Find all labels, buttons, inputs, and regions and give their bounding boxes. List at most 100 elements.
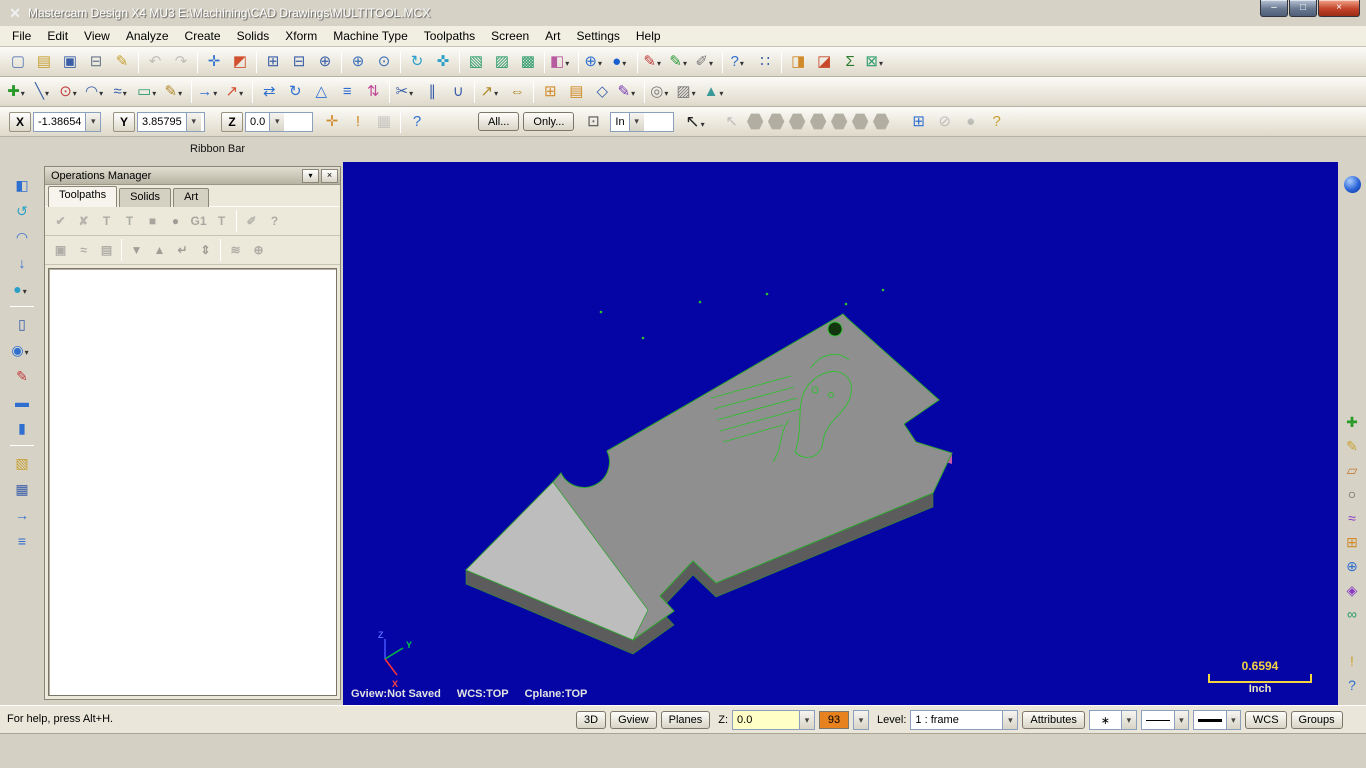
xform-project-icon[interactable]: ⇅	[361, 80, 385, 104]
wcs-sphere-icon-dropdown[interactable]	[622, 54, 630, 69]
minimize-button[interactable]: –	[1260, 0, 1288, 17]
create-point-icon-dropdown[interactable]	[21, 84, 29, 99]
fastpoint-icon[interactable]: ✛	[320, 110, 344, 134]
select-polygon-hex[interactable]	[788, 113, 806, 130]
selection-verify-icon[interactable]: ⊞	[907, 110, 931, 134]
create-rectangle-icon[interactable]: ▭	[136, 80, 161, 104]
circle-select-icon[interactable]: ○	[1341, 483, 1363, 505]
regen-selected-icon[interactable]: T	[119, 211, 140, 232]
tab-art[interactable]: Art	[173, 188, 210, 207]
view-3d-button[interactable]: 3D	[576, 711, 607, 729]
color-attribute-icon[interactable]: ✎	[642, 50, 666, 74]
menu-create[interactable]: Create	[177, 27, 229, 45]
help-icon[interactable]: ?	[727, 50, 751, 74]
line-style-swatch[interactable]	[1142, 719, 1174, 721]
select-arrow-disabled-icon[interactable]: ↖	[720, 110, 744, 134]
multithread-manager-icon[interactable]: ◨	[786, 50, 810, 74]
menu-toolpaths[interactable]: Toolpaths	[416, 27, 483, 45]
analyze-position-icon[interactable]: ↗	[479, 80, 503, 104]
dash-tool-icon[interactable]: ▬	[10, 390, 34, 414]
create-line-icon-dropdown[interactable]	[45, 84, 53, 99]
operations-tree[interactable]	[48, 268, 337, 696]
autocursor-alert-icon[interactable]: !	[346, 110, 370, 134]
select-all-ops-icon[interactable]: ✔	[50, 211, 71, 232]
selection-help-icon[interactable]: ?	[985, 110, 1009, 134]
z-coordinate-dropdown[interactable]	[269, 112, 285, 131]
sigma-icon[interactable]: Σ	[838, 50, 862, 74]
menu-edit[interactable]: Edit	[39, 27, 76, 45]
autocursor-config-icon[interactable]: ▦	[372, 110, 396, 134]
blue-sphere-icon[interactable]	[1343, 176, 1361, 193]
create-fillet-icon-dropdown[interactable]	[99, 84, 107, 99]
create-drafting-icon[interactable]: ✎	[163, 80, 187, 104]
menu-settings[interactable]: Settings	[569, 27, 628, 45]
delete-entities-icon[interactable]: ✛	[202, 50, 226, 74]
selection-in-dropdown[interactable]	[628, 112, 644, 131]
select-area-hex[interactable]	[830, 113, 848, 130]
globe-icon[interactable]: ⊕	[1341, 555, 1363, 577]
selection-none-icon[interactable]: ⊘	[933, 110, 957, 134]
select-window-hex[interactable]	[767, 113, 785, 130]
style-attribute-icon-dropdown[interactable]	[709, 54, 717, 69]
wcs-button[interactable]: WCS	[1244, 711, 1287, 729]
z-depth-input[interactable]: 0.0	[733, 714, 800, 726]
viewport-canvas[interactable]: Z Y X	[343, 162, 1338, 705]
wcs-sphere-icon[interactable]: ●	[609, 50, 633, 74]
xform-translate-3d-icon-dropdown[interactable]	[239, 84, 247, 99]
save-file-icon[interactable]: ▣	[58, 50, 82, 74]
menu-solids[interactable]: Solids	[229, 27, 278, 45]
surface-display-icon[interactable]: ▲	[703, 80, 729, 104]
display-shaded-icon-dropdown[interactable]	[664, 84, 672, 99]
red-pencil-icon[interactable]: ✎	[10, 364, 34, 388]
select-group-hex[interactable]	[872, 113, 890, 130]
select-vector-hex[interactable]	[851, 113, 869, 130]
insert-arrow-icon[interactable]: ↵	[172, 240, 193, 261]
gview-button[interactable]: Gview	[610, 711, 657, 729]
create-point-icon[interactable]: ✚	[6, 80, 30, 104]
y-coordinate-dropdown[interactable]	[185, 112, 201, 131]
gview-isometric-icon[interactable]: ▩	[516, 50, 540, 74]
color-swatch-button[interactable]: 93	[819, 711, 850, 729]
menu-screen[interactable]: Screen	[483, 27, 537, 45]
add-point-icon[interactable]: ✚	[1341, 411, 1363, 433]
machine-sim-icon[interactable]: ◪	[812, 50, 836, 74]
x-coordinate-input[interactable]: -1.38654	[34, 116, 85, 128]
arc-edit-icon[interactable]: ◠	[10, 225, 34, 249]
create-spline-icon-dropdown[interactable]	[123, 84, 131, 99]
set-attributes-icon[interactable]: ✎	[616, 80, 640, 104]
help-icon-dropdown[interactable]	[740, 54, 748, 69]
style-attribute-icon[interactable]: ✐	[694, 50, 718, 74]
groups-button[interactable]: Groups	[1290, 711, 1343, 729]
dynamic-rotation-icon[interactable]: ↻	[405, 50, 429, 74]
scroll-ops-icon[interactable]: ⇕	[195, 240, 216, 261]
display-shaded-icon[interactable]: ◎	[649, 80, 673, 104]
y-coordinate-button[interactable]: Y	[113, 111, 135, 132]
bookmark-view-icon[interactable]: ◧	[10, 173, 34, 197]
trim-break-icon-dropdown[interactable]	[409, 84, 417, 99]
sphere-view-icon[interactable]: ●	[10, 277, 34, 301]
menu-file[interactable]: File	[4, 27, 39, 45]
close-button[interactable]: ×	[1318, 0, 1360, 17]
layers-icon[interactable]: ≡	[10, 529, 34, 553]
alert-icon[interactable]: !	[1341, 650, 1363, 672]
file-converters-icon[interactable]: ✎	[110, 50, 134, 74]
line-style-dropdown[interactable]	[1173, 711, 1188, 729]
ghost-ops-icon[interactable]: ≋	[225, 240, 246, 261]
om-menu-dropdown[interactable]	[302, 168, 319, 183]
yellow-box-icon[interactable]: ▧	[10, 451, 34, 475]
xform-offset-icon[interactable]: ≡	[335, 80, 359, 104]
xform-mirror-icon[interactable]: ⇄	[257, 80, 281, 104]
z-depth-dropdown[interactable]	[799, 711, 815, 729]
point-style-swatch[interactable]: ∗	[1090, 714, 1121, 727]
exit-design-icon[interactable]: ⊠	[864, 50, 888, 74]
verify-icon[interactable]: ●	[165, 211, 186, 232]
assoc-ops-icon[interactable]: ⊕	[248, 240, 269, 261]
undelete-entities-icon[interactable]: ◩	[228, 50, 252, 74]
create-spline-icon[interactable]: ≈	[110, 80, 134, 104]
selection-arrow-dropdown[interactable]	[701, 113, 709, 130]
zoom-in-icon[interactable]: ⊕	[346, 50, 370, 74]
xform-translate-icon-dropdown[interactable]	[213, 84, 221, 99]
undo-icon[interactable]: ↶	[143, 50, 167, 74]
color-attribute-icon-dropdown[interactable]	[657, 54, 665, 69]
graphics-viewport[interactable]: Z Y X Gview:Not Saved WCS:TOP Cplane:TOP 0…	[343, 162, 1338, 705]
